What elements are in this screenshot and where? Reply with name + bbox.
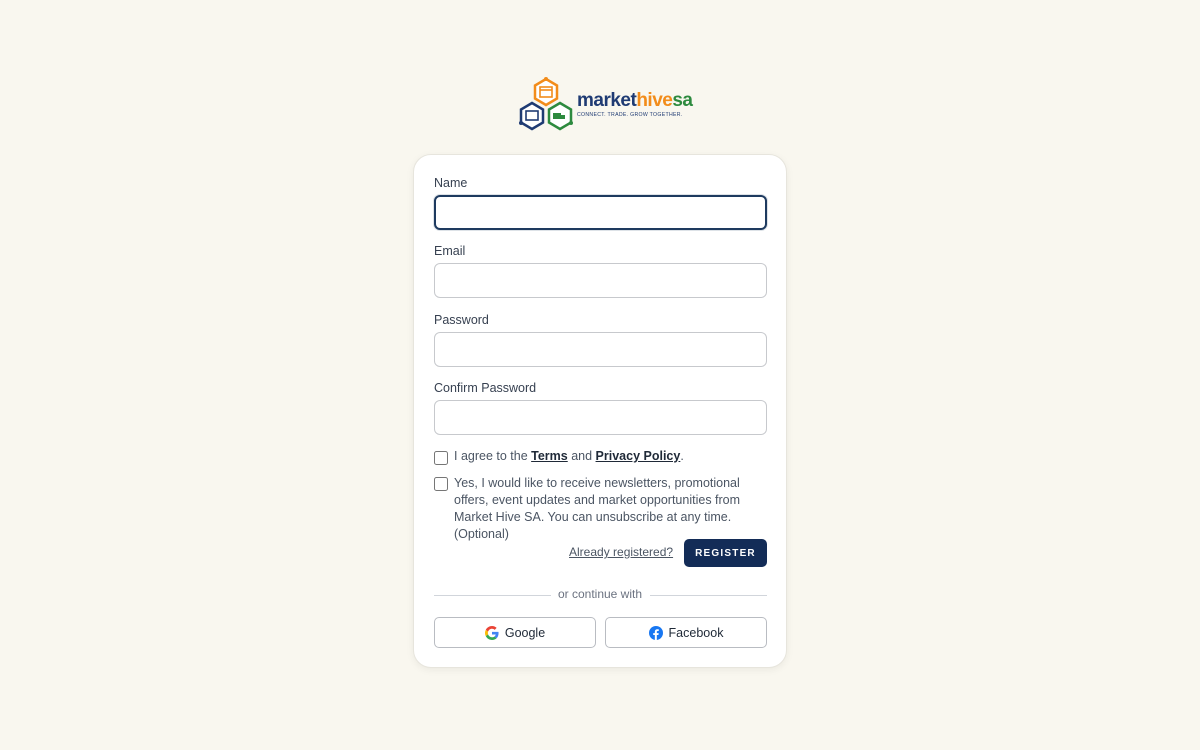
brand-tagline: CONNECT. TRADE. GROW TOGETHER. [577,111,683,118]
privacy-policy-link[interactable]: Privacy Policy [596,449,681,463]
register-card: Name Email Password Confirm Password I a… [413,154,787,668]
brand-name-sa: sa [672,89,693,111]
terms-prefix: I agree to the [454,449,532,463]
google-login-button[interactable]: Google [434,617,596,648]
hive-logo-icon [519,77,573,131]
brand-text: markethivesa CONNECT. TRADE. GROW TOGETH… [577,89,693,118]
terms-suffix: . [680,449,684,463]
already-registered-link[interactable]: Already registered? [569,545,673,559]
terms-checkbox[interactable] [434,451,448,465]
continue-with-divider: or continue with [557,587,643,601]
newsletter-checkbox[interactable] [434,477,448,491]
name-label: Name [434,176,468,190]
divider-line-right [650,595,767,596]
email-input[interactable] [434,263,767,298]
facebook-login-button[interactable]: Facebook [605,617,767,648]
confirm-password-label: Confirm Password [434,381,537,395]
name-input[interactable] [434,195,767,230]
password-input[interactable] [434,332,767,367]
brand-name: markethivesa [577,89,693,111]
divider-line-left [434,595,551,596]
terms-text: I agree to the Terms and Privacy Policy. [454,448,766,465]
confirm-password-input[interactable] [434,400,767,435]
email-label: Email [434,244,466,258]
password-label: Password [434,313,489,327]
brand-name-market: market [577,89,637,111]
brand-logo: markethivesa CONNECT. TRADE. GROW TOGETH… [517,76,693,134]
terms-middle: and [567,449,596,463]
google-icon [484,625,499,640]
register-button[interactable]: REGISTER [684,539,767,567]
google-label: Google [504,625,546,640]
newsletter-text: Yes, I would like to receive newsletters… [454,476,741,541]
facebook-label: Facebook [668,625,724,640]
facebook-icon [648,625,663,640]
terms-link[interactable]: Terms [531,449,568,463]
brand-name-hive: hive [636,89,673,111]
